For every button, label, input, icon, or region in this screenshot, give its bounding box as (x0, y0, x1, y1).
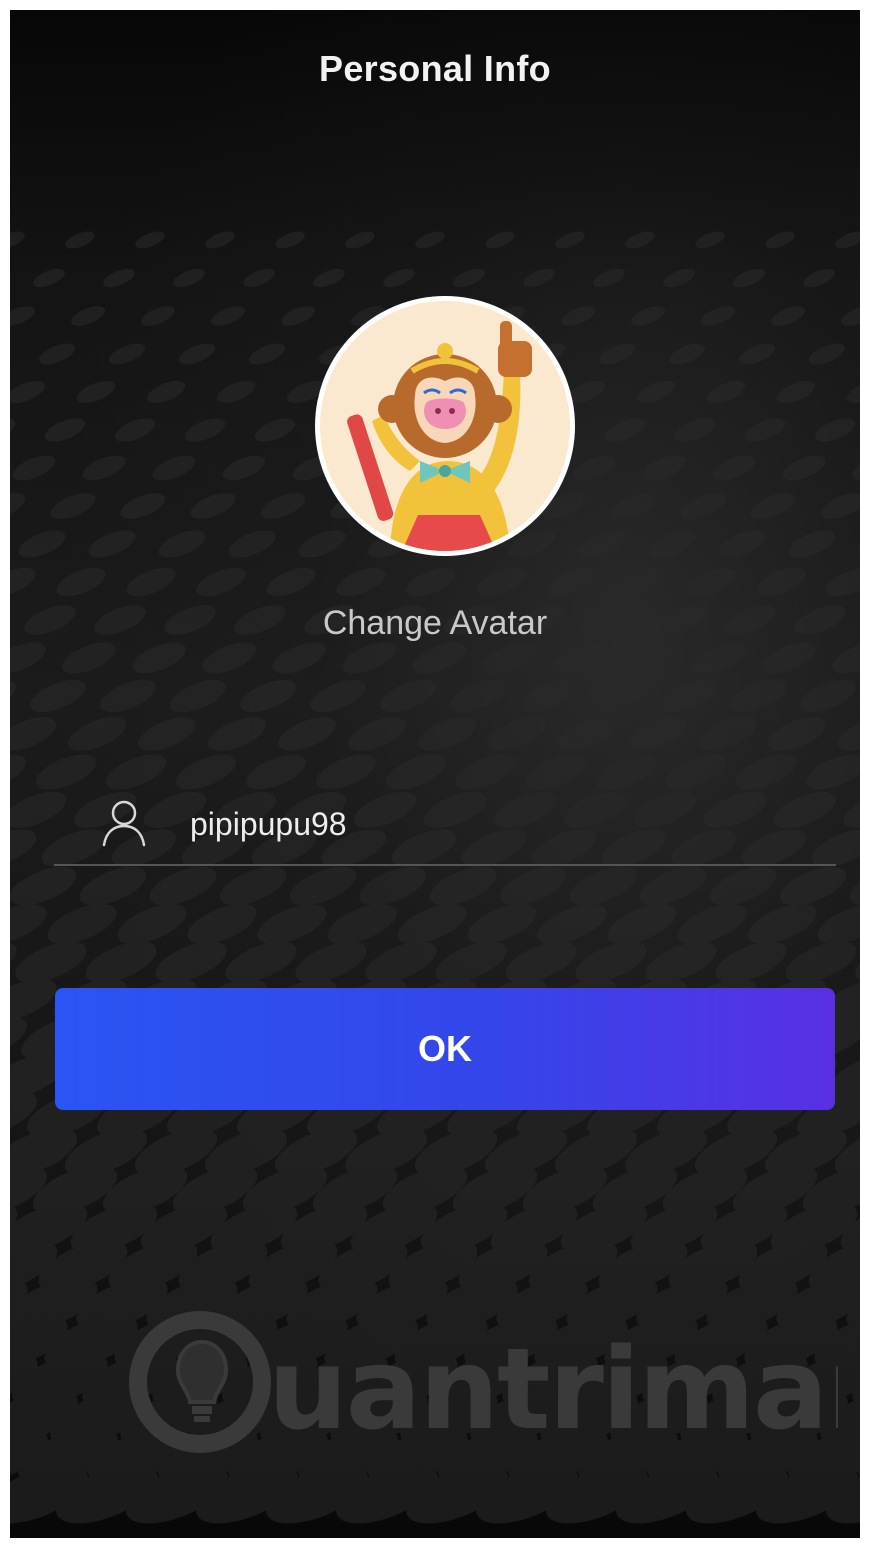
avatar[interactable] (315, 296, 575, 556)
avatar-image (320, 301, 570, 551)
user-icon (100, 798, 148, 848)
username-field[interactable]: pipipupu98 (54, 786, 836, 866)
page-title: Personal Info (319, 48, 551, 89)
ok-button[interactable]: OK (55, 988, 835, 1110)
app-screen: Personal Info Change Avatar pipipupu98 O… (10, 10, 860, 1538)
change-avatar-link[interactable]: Change Avatar (10, 604, 860, 643)
watermark-text: uantrimang (268, 1325, 838, 1455)
watermark: uantrimang (118, 1300, 860, 1470)
username-value[interactable]: pipipupu98 (190, 806, 790, 843)
monkey-avatar-illustration (347, 321, 532, 551)
